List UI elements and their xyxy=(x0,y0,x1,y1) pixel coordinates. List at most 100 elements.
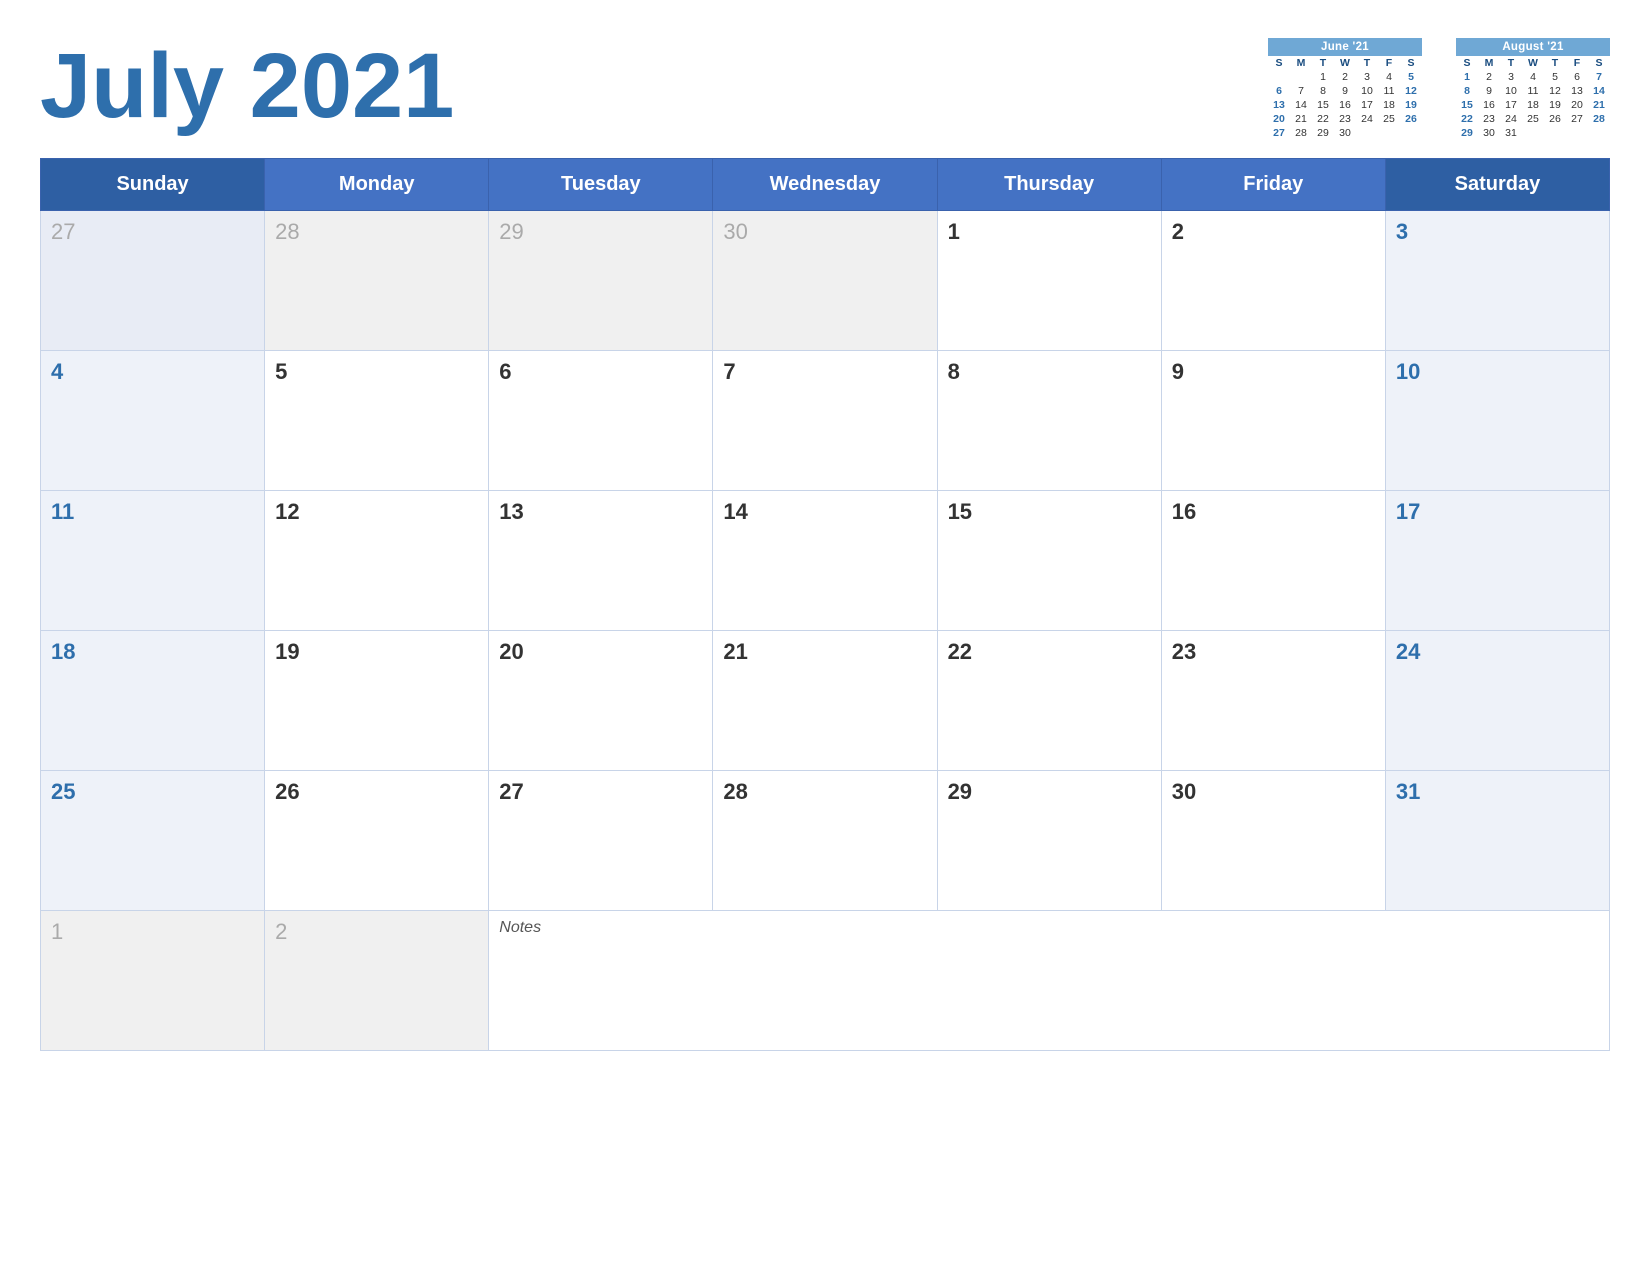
day-number: 27 xyxy=(51,219,75,244)
mini-cal-day: 18 xyxy=(1522,98,1544,112)
mini-cal-day: 29 xyxy=(1312,126,1334,140)
mini-cal-day: 18 xyxy=(1378,98,1400,112)
calendar-cell: 3 xyxy=(1385,211,1609,351)
notes-cell: Notes xyxy=(489,911,1610,1051)
calendar-cell: 28 xyxy=(713,771,937,911)
mini-cal-day: 1 xyxy=(1456,70,1478,84)
mini-cal-day: 29 xyxy=(1456,126,1478,140)
mini-cal-day: 21 xyxy=(1588,98,1610,112)
calendar-cell: 5 xyxy=(265,351,489,491)
mini-cal-day xyxy=(1566,126,1588,140)
day-number: 23 xyxy=(1172,639,1196,664)
mini-cal-day xyxy=(1588,126,1610,140)
mini-cal-day: 27 xyxy=(1566,112,1588,126)
day-number: 20 xyxy=(499,639,523,664)
mini-cal-day: 26 xyxy=(1400,112,1422,126)
mini-cal-day xyxy=(1290,70,1312,84)
col-header-sunday: Sunday xyxy=(41,159,265,211)
day-number: 26 xyxy=(275,779,299,804)
mini-cal-day: 17 xyxy=(1356,98,1378,112)
calendar-cell: 24 xyxy=(1385,631,1609,771)
mini-cal-day: 23 xyxy=(1334,112,1356,126)
calendar-cell: 22 xyxy=(937,631,1161,771)
mini-cal-day: 5 xyxy=(1400,70,1422,84)
col-header-monday: Monday xyxy=(265,159,489,211)
calendar-cell: 28 xyxy=(265,211,489,351)
day-number: 29 xyxy=(948,779,972,804)
june-col-m: M xyxy=(1290,56,1312,70)
aug-col-s: S xyxy=(1456,56,1478,70)
mini-cal-day: 9 xyxy=(1478,84,1500,98)
calendar-cell: 18 xyxy=(41,631,265,771)
day-number: 28 xyxy=(275,219,299,244)
day-number: 18 xyxy=(51,639,75,664)
mini-cal-day: 16 xyxy=(1334,98,1356,112)
mini-cal-day: 15 xyxy=(1456,98,1478,112)
august-header: August '21 xyxy=(1456,38,1610,56)
mini-cal-day: 13 xyxy=(1566,84,1588,98)
calendar-cell: 2 xyxy=(1161,211,1385,351)
mini-cal-day xyxy=(1522,126,1544,140)
calendar-cell: 25 xyxy=(41,771,265,911)
day-number: 21 xyxy=(723,639,747,664)
mini-cal-day: 30 xyxy=(1334,126,1356,140)
mini-cal-day: 20 xyxy=(1566,98,1588,112)
mini-cal-day: 24 xyxy=(1356,112,1378,126)
day-number: 16 xyxy=(1172,499,1196,524)
calendar-cell: 8 xyxy=(937,351,1161,491)
mini-cal-day: 1 xyxy=(1312,70,1334,84)
day-number: 11 xyxy=(51,499,74,524)
day-number: 27 xyxy=(499,779,523,804)
calendar-cell: 7 xyxy=(713,351,937,491)
mini-calendars: June '21 S M T W T F S 12345678910111213… xyxy=(1268,38,1610,140)
aug-col-t: T xyxy=(1500,56,1522,70)
aug-col-m: M xyxy=(1478,56,1500,70)
mini-cal-day: 22 xyxy=(1312,112,1334,126)
calendar-week-row: 11121314151617 xyxy=(41,491,1610,631)
day-number: 30 xyxy=(1172,779,1196,804)
mini-cal-day: 25 xyxy=(1378,112,1400,126)
june-col-t2: T xyxy=(1356,56,1378,70)
mini-cal-day: 5 xyxy=(1544,70,1566,84)
aug-col-f: F xyxy=(1566,56,1588,70)
col-header-thursday: Thursday xyxy=(937,159,1161,211)
mini-cal-day: 21 xyxy=(1290,112,1312,126)
calendar-cell: 15 xyxy=(937,491,1161,631)
notes-day-1: 1 xyxy=(41,911,265,1051)
day-number: 13 xyxy=(499,499,523,524)
day-number: 31 xyxy=(1396,779,1420,804)
june-col-w: W xyxy=(1334,56,1356,70)
day-number: 19 xyxy=(275,639,299,664)
calendar-cell: 23 xyxy=(1161,631,1385,771)
aug-col-w: W xyxy=(1522,56,1544,70)
month-title: July 2021 xyxy=(40,30,454,132)
col-header-saturday: Saturday xyxy=(1385,159,1609,211)
mini-cal-day: 20 xyxy=(1268,112,1290,126)
mini-cal-day: 14 xyxy=(1290,98,1312,112)
day-number: 1 xyxy=(948,219,960,244)
calendar-cell: 9 xyxy=(1161,351,1385,491)
mini-cal-day: 28 xyxy=(1290,126,1312,140)
calendar-cell: 13 xyxy=(489,491,713,631)
calendar-cell: 30 xyxy=(713,211,937,351)
calendar-cell: 14 xyxy=(713,491,937,631)
calendar-cell: 27 xyxy=(489,771,713,911)
june-col-t: T xyxy=(1312,56,1334,70)
mini-cal-day xyxy=(1544,126,1566,140)
mini-cal-day: 8 xyxy=(1312,84,1334,98)
mini-cal-day: 24 xyxy=(1500,112,1522,126)
mini-cal-day: 28 xyxy=(1588,112,1610,126)
june-header: June '21 xyxy=(1268,38,1422,56)
calendar-cell: 21 xyxy=(713,631,937,771)
mini-cal-day: 25 xyxy=(1522,112,1544,126)
calendar-cell: 16 xyxy=(1161,491,1385,631)
calendar-cell: 30 xyxy=(1161,771,1385,911)
day-number: 14 xyxy=(723,499,747,524)
col-header-wednesday: Wednesday xyxy=(713,159,937,211)
day-number: 17 xyxy=(1396,499,1420,524)
calendar-cell: 31 xyxy=(1385,771,1609,911)
mini-cal-day: 19 xyxy=(1544,98,1566,112)
mini-cal-day: 31 xyxy=(1500,126,1522,140)
calendar-cell: 29 xyxy=(489,211,713,351)
calendar-cell: 1 xyxy=(937,211,1161,351)
